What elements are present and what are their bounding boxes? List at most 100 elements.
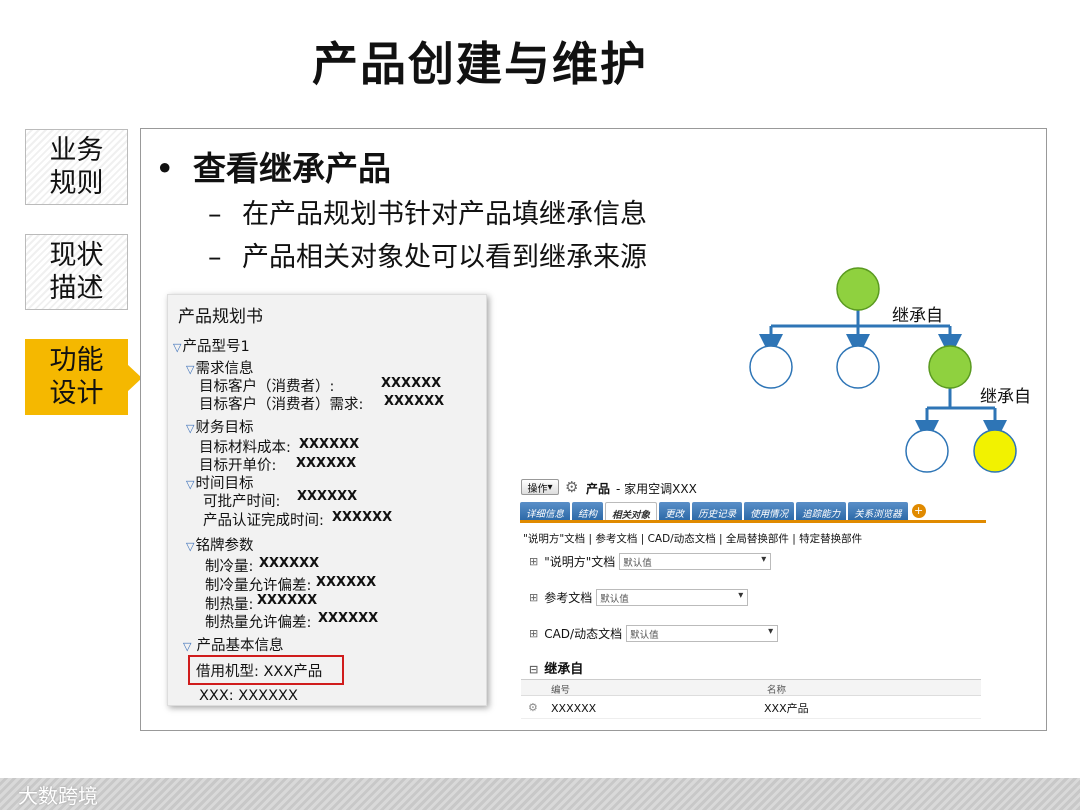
tab-structure[interactable]: 结构	[572, 502, 604, 520]
operations-label: 操作	[527, 483, 548, 495]
field-cooling-dev: 制冷量允许偏差:	[205, 578, 312, 594]
product-name: - 家用空调XXX	[616, 482, 697, 496]
bullet-dot-icon: •	[155, 149, 175, 188]
expand-triangle-icon[interactable]: ▽	[183, 640, 191, 653]
expand-triangle-icon[interactable]: ▽	[186, 422, 194, 435]
tab-details[interactable]: 详细信息	[520, 502, 571, 520]
field-value: XXXXXX	[259, 556, 320, 571]
field-value: XXXXXX	[296, 456, 357, 471]
tree-item-basic-info[interactable]: ▽ 产品基本信息	[183, 634, 283, 655]
slide-title: 产品创建与维护	[312, 37, 648, 91]
field-value: XXXXXX	[299, 437, 360, 452]
side-tab-label: 功能设计	[49, 345, 104, 409]
gear-icon[interactable]: ⚙	[528, 701, 538, 714]
tab-relation-browser[interactable]: 关系浏览器	[848, 502, 908, 520]
inherit-table: 编号 名称 ⚙ XXXXXX XXX产品	[521, 679, 981, 719]
expand-plus-icon[interactable]: ⊞	[529, 627, 538, 640]
tree-item-label: 产品型号1	[182, 339, 250, 355]
row-reference-doc: ⊞ 参考文档 默认值	[529, 589, 749, 606]
field-heating-dev: 制热量允许偏差:	[205, 615, 312, 631]
side-tab-label: 现状描述	[49, 240, 104, 304]
product-header: 产品 - 家用空调XXX	[586, 480, 697, 497]
sub-bullet-2: – 产品相关对象处可以看到继承来源	[208, 235, 647, 274]
dash-icon: –	[208, 199, 222, 230]
inherit-section-header[interactable]: ⊟ 继承自	[529, 658, 583, 677]
tree-item-label: 铭牌参数	[195, 538, 254, 554]
field-value: XXXXXX	[332, 510, 393, 525]
expand-triangle-icon[interactable]: ▽	[186, 478, 194, 491]
tab-usage[interactable]: 使用情况	[744, 502, 795, 520]
tree-node-grandchild-2	[973, 429, 1017, 473]
field-value: XXXXXX	[316, 575, 377, 590]
table-header: 编号 名称	[521, 680, 981, 696]
inheritance-tree-diagram	[749, 267, 1017, 473]
row-label: CAD/动态文档	[544, 627, 623, 641]
inherit-label-bottom: 继承自	[980, 387, 1031, 407]
expand-triangle-icon[interactable]: ▽	[186, 540, 194, 553]
tree-item-nameplate[interactable]: ▽铭牌参数	[186, 534, 253, 555]
panel-title: 产品规划书	[178, 307, 263, 327]
row-description-doc: ⊞ "说明方"文档 默认值	[529, 553, 772, 570]
tab-changes[interactable]: 更改	[659, 502, 691, 520]
cell-number: XXXXXX	[551, 702, 597, 715]
column-header-name[interactable]: 名称	[767, 682, 786, 696]
plm-tab-bar: 详细信息 结构 相关对象 更改 历史记录 使用情况 追踪能力 关系浏览器 +	[520, 502, 986, 523]
expand-plus-icon[interactable]: ⊞	[529, 555, 538, 568]
tab-related-objects[interactable]: 相关对象	[605, 502, 658, 521]
add-tab-icon[interactable]: +	[911, 504, 926, 518]
expand-triangle-icon[interactable]: ▽	[186, 363, 194, 376]
cell-name: XXX产品	[764, 702, 809, 715]
field-batch-time: 可批产时间:	[203, 494, 281, 510]
tree-node-child-3	[928, 345, 972, 389]
tree-node-root	[836, 267, 880, 311]
field-value: XXXXXX	[257, 593, 318, 608]
main-bullet-text: 查看继承产品	[193, 149, 391, 188]
tree-item-model[interactable]: ▽产品型号1	[173, 335, 250, 356]
expand-triangle-icon[interactable]: ▽	[173, 341, 181, 354]
inherit-section-label: 继承自	[544, 662, 584, 677]
product-type-label: 产品	[586, 482, 611, 496]
tree-item-label: 财务目标	[195, 420, 254, 436]
footer-bar	[0, 778, 1080, 810]
chevron-down-icon: ▾	[547, 481, 553, 493]
field-cert-time: 产品认证完成时间:	[203, 513, 324, 529]
field-value: XXXXXX	[297, 489, 358, 504]
main-bullet: • 查看继承产品	[155, 142, 391, 190]
watermark-logo: 大数跨境	[18, 784, 98, 808]
row-cad-doc: ⊞ CAD/动态文档 默认值	[529, 625, 779, 642]
sub-bullet-text: 在产品规划书针对产品填继承信息	[242, 199, 647, 230]
tree-node-grandchild-1	[905, 429, 949, 473]
operations-dropdown[interactable]: 操作 ▾	[521, 479, 559, 495]
field-value: XXXXXX	[318, 611, 379, 626]
inherit-label-top: 继承自	[892, 306, 943, 326]
side-tab-label: 业务规则	[49, 135, 104, 199]
sub-bullet-text: 产品相关对象处可以看到继承来源	[242, 242, 647, 273]
side-tab-function-design[interactable]: 功能设计	[25, 339, 142, 415]
expand-plus-icon[interactable]: ⊞	[529, 591, 538, 604]
side-tab-current-state[interactable]: 现状描述	[25, 234, 128, 310]
collapse-minus-icon[interactable]: ⊟	[529, 663, 538, 676]
field-cooling: 制冷量:	[205, 559, 254, 575]
row-label: 参考文档	[544, 591, 593, 605]
tab-traceability[interactable]: 追踪能力	[796, 502, 847, 520]
table-row[interactable]: ⚙ XXXXXX XXX产品	[521, 697, 981, 719]
side-tab-business-rules[interactable]: 业务规则	[25, 129, 128, 205]
row-select[interactable]: 默认值	[619, 553, 772, 570]
field-target-customer-req: 目标客户（消费者）需求:	[199, 397, 364, 413]
sub-bullet-1: – 在产品规划书针对产品填继承信息	[208, 192, 647, 231]
dash-icon: –	[208, 242, 222, 273]
tree-node-child-1	[749, 345, 793, 389]
tree-item-label: 产品基本信息	[196, 638, 284, 654]
tab-history[interactable]: 历史记录	[692, 502, 743, 520]
tree-node-child-2	[836, 345, 880, 389]
row-select[interactable]: 默认值	[626, 625, 779, 642]
borrowed-model-highlight: 借用机型: XXX产品	[188, 655, 344, 685]
gear-icon[interactable]: ⚙	[565, 478, 578, 496]
column-header-number[interactable]: 编号	[551, 682, 570, 696]
row-select[interactable]: 默认值	[596, 589, 749, 606]
row-label: "说明方"文档	[544, 555, 616, 569]
field-value: XXXXXX	[381, 376, 442, 391]
field-xxx: XXX: XXXXXX	[199, 688, 298, 704]
tree-item-finance[interactable]: ▽财务目标	[186, 416, 253, 437]
related-object-links[interactable]: "说明方"文档 | 参考文档 | CAD/动态文档 | 全局替换部件 | 特定替…	[523, 531, 862, 546]
